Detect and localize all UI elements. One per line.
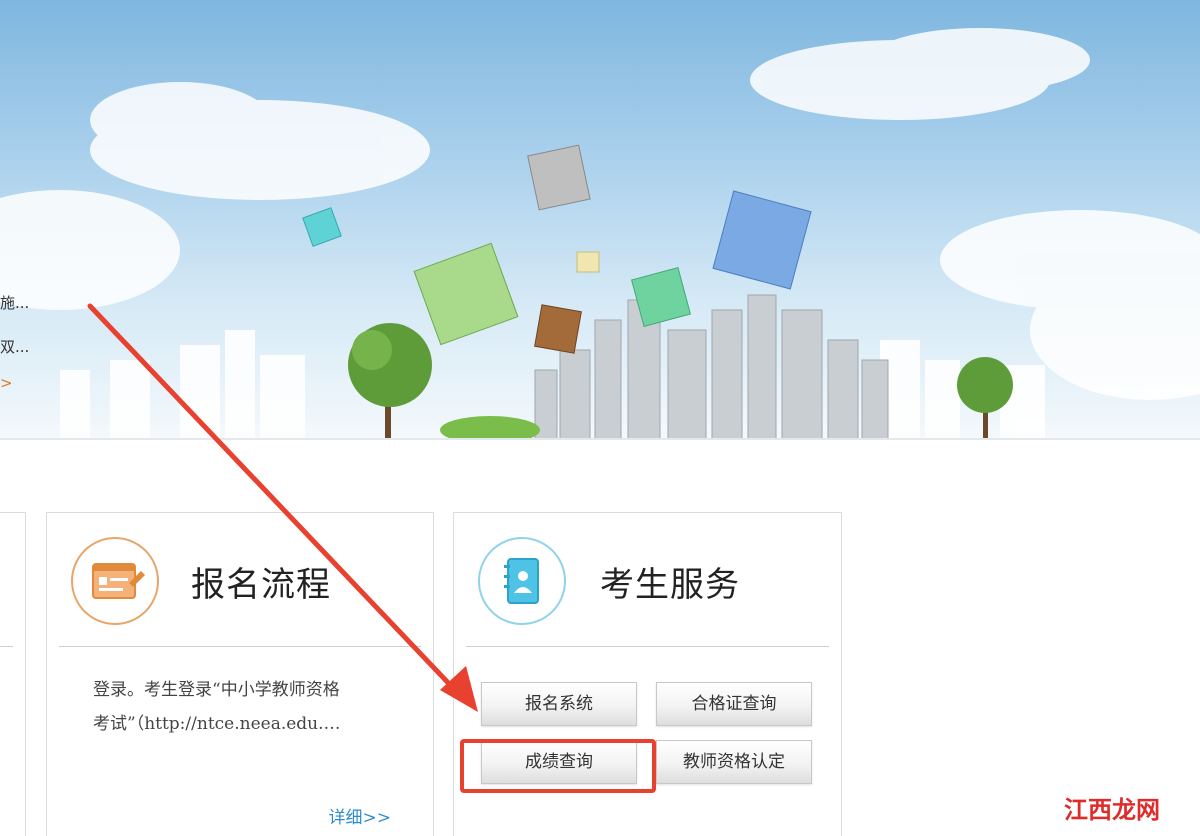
annotation-arrow: [87, 303, 478, 712]
site-watermark: 江西龙网: [1064, 796, 1160, 824]
